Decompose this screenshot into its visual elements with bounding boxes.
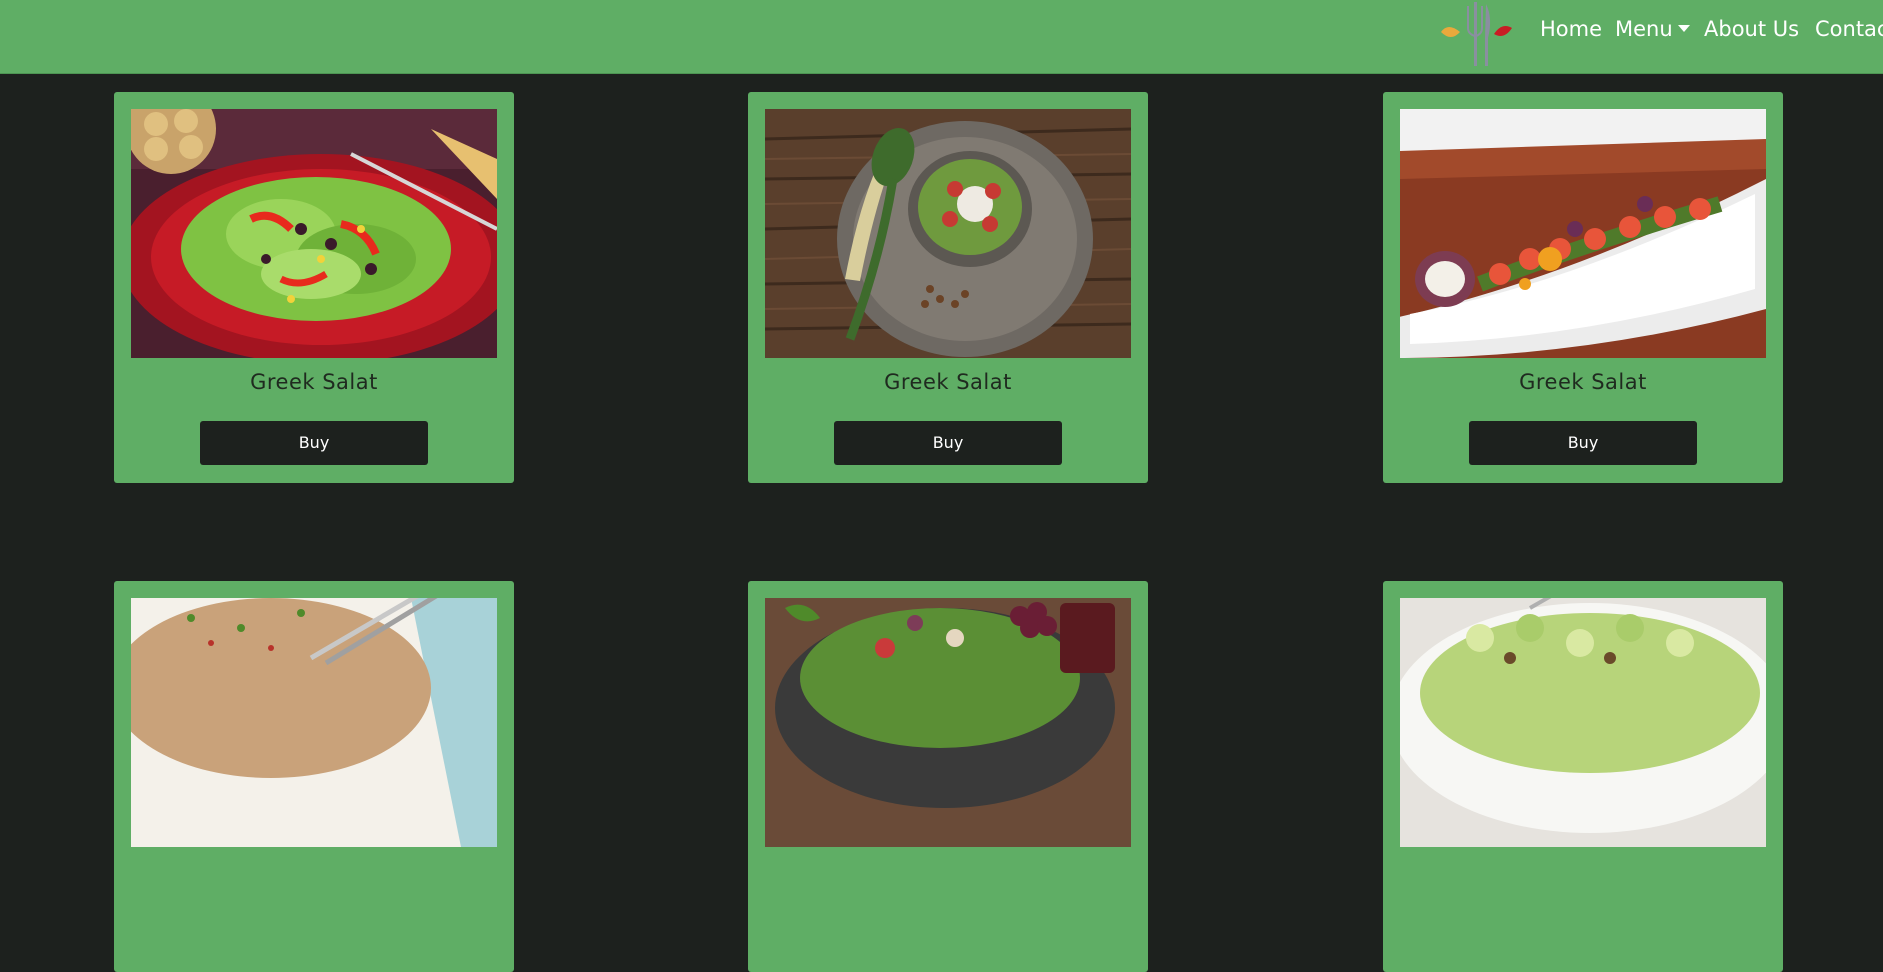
product-card: Greek Salat Buy <box>114 92 514 483</box>
navbar: Home Menu About Us Contac <box>0 0 1883 74</box>
buy-button[interactable]: Buy <box>1469 421 1697 465</box>
product-title: Greek Salat <box>1519 370 1647 394</box>
product-image-leafy-salad <box>765 598 1131 847</box>
product-card: Greek Salat Buy <box>748 92 1148 483</box>
product-card <box>1383 581 1783 972</box>
product-image-salad-bowl <box>765 109 1131 358</box>
product-card: Greek Salat Buy <box>1383 92 1783 483</box>
nav-contact-link[interactable]: Contac <box>1815 14 1883 44</box>
product-card <box>748 581 1148 972</box>
buy-button[interactable]: Buy <box>834 421 1062 465</box>
product-card <box>114 581 514 972</box>
salad-fork-knife-logo-icon[interactable] <box>1438 0 1522 70</box>
product-image-shrimp-salad <box>1400 109 1766 358</box>
buy-button[interactable]: Buy <box>200 421 428 465</box>
nav-home-link[interactable]: Home <box>1540 14 1602 44</box>
nav-menu-dropdown[interactable]: Menu <box>1615 14 1690 44</box>
caret-down-icon <box>1677 25 1690 32</box>
product-title: Greek Salat <box>250 370 378 394</box>
product-image-green-salad <box>131 109 497 358</box>
product-image-cucumber-salad <box>1400 598 1766 847</box>
product-image-quinoa-salad <box>131 598 497 847</box>
nav-menu-label: Menu <box>1615 17 1673 41</box>
nav-about-link[interactable]: About Us <box>1704 14 1799 44</box>
product-title: Greek Salat <box>884 370 1012 394</box>
